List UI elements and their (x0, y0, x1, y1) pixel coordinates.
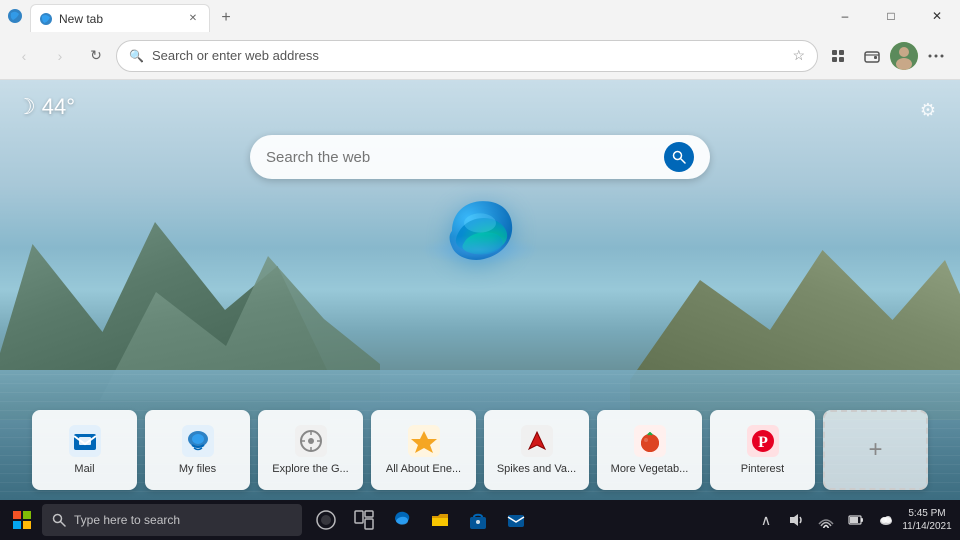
battery-icon[interactable] (842, 502, 870, 538)
minimize-button[interactable]: – (822, 0, 868, 32)
favorite-icon[interactable]: ☆ (792, 47, 805, 64)
add-icon: + (868, 436, 882, 464)
pinterest-favicon: P (747, 425, 779, 457)
taskbar: Type here to search (0, 500, 960, 540)
close-button[interactable]: ✕ (914, 0, 960, 32)
taskbar-search-text: Type here to search (74, 513, 180, 527)
clock-date: 11/14/2021 (902, 520, 951, 533)
quick-link-pinterest[interactable]: P Pinterest (710, 410, 815, 490)
taskbar-pinned-apps (308, 502, 534, 538)
address-bar[interactable]: 🔍 Search or enter web address ☆ (116, 40, 818, 72)
spikes-favicon (521, 425, 553, 457)
taskbar-cortana-button[interactable] (308, 502, 344, 538)
quick-link-explore[interactable]: Explore the G... (258, 410, 363, 490)
taskbar-clock[interactable]: 5:45 PM 11/14/2021 (902, 502, 952, 538)
active-tab[interactable]: New tab ✕ (30, 4, 210, 32)
weather-icon: ☽ (16, 94, 36, 120)
mail-favicon (69, 425, 101, 457)
title-bar-left: New tab ✕ + (0, 0, 822, 32)
pinterest-label: Pinterest (741, 463, 784, 475)
search-input[interactable] (266, 149, 654, 166)
explore-favicon (295, 425, 327, 457)
clock-time: 5:45 PM (908, 507, 945, 520)
tab-close-button[interactable]: ✕ (185, 11, 201, 27)
start-button[interactable] (4, 502, 40, 538)
back-button[interactable]: ‹ (8, 40, 40, 72)
quick-link-my-files[interactable]: My files (145, 410, 250, 490)
taskbar-edge-button[interactable] (384, 502, 420, 538)
logo-glow (420, 235, 540, 265)
my-files-favicon (182, 425, 214, 457)
nav-icons (822, 40, 952, 72)
spikes-label: Spikes and Va... (497, 463, 576, 475)
svg-text:P: P (758, 434, 768, 451)
my-files-label: My files (179, 463, 216, 475)
settings-button[interactable]: ⚙ (912, 94, 944, 126)
taskbar-search-box[interactable]: Type here to search (42, 504, 302, 536)
vegetab-favicon (634, 425, 666, 457)
new-tab-button[interactable]: + (212, 4, 240, 32)
nav-bar: ‹ › ↻ 🔍 Search or enter web address ☆ (0, 32, 960, 80)
network-icon[interactable] (812, 502, 840, 538)
profile-avatar[interactable] (890, 42, 918, 70)
quick-link-mail[interactable]: Mail (32, 410, 137, 490)
refresh-button[interactable]: ↻ (80, 40, 112, 72)
wallet-button[interactable] (856, 40, 888, 72)
mail-label: Mail (74, 463, 94, 475)
quick-links: Mail My files Explore the (32, 410, 928, 490)
collections-button[interactable] (822, 40, 854, 72)
all-about-favicon (408, 425, 440, 457)
tab-area: New tab ✕ + (30, 0, 240, 32)
address-bar-search-icon: 🔍 (129, 49, 144, 63)
search-container (250, 135, 710, 179)
tab-favicon (39, 12, 53, 26)
taskbar-mail-button[interactable] (498, 502, 534, 538)
weather-widget: ☽ 44° (16, 94, 75, 120)
system-tray-chevron[interactable]: ∧ (752, 502, 780, 538)
all-about-label: All About Ene... (386, 463, 461, 475)
window-icon (0, 0, 30, 32)
quick-link-add[interactable]: + (823, 410, 928, 490)
more-options-button[interactable] (920, 40, 952, 72)
quick-link-vegetab[interactable]: More Vegetab... (597, 410, 702, 490)
maximize-button[interactable]: □ (868, 0, 914, 32)
window-controls: – □ ✕ (822, 0, 960, 32)
search-submit-button[interactable] (664, 142, 694, 172)
vegetab-label: More Vegetab... (611, 463, 689, 475)
browser-content: ☽ 44° ⚙ (0, 80, 960, 500)
cloud-icon[interactable] (872, 502, 900, 538)
weather-temperature: 44° (42, 94, 75, 120)
explore-label: Explore the G... (272, 463, 348, 475)
address-text: Search or enter web address (152, 48, 784, 63)
taskbar-system-tray: ∧ (752, 502, 956, 538)
search-box[interactable] (250, 135, 710, 179)
taskbar-explorer-button[interactable] (422, 502, 458, 538)
quick-link-all-about[interactable]: All About Ene... (371, 410, 476, 490)
tab-title: New tab (59, 12, 179, 26)
quick-link-spikes[interactable]: Spikes and Va... (484, 410, 589, 490)
title-bar: New tab ✕ + – □ ✕ (0, 0, 960, 32)
forward-button[interactable]: › (44, 40, 76, 72)
taskbar-store-button[interactable] (460, 502, 496, 538)
taskbar-task-view-button[interactable] (346, 502, 382, 538)
volume-icon[interactable] (782, 502, 810, 538)
